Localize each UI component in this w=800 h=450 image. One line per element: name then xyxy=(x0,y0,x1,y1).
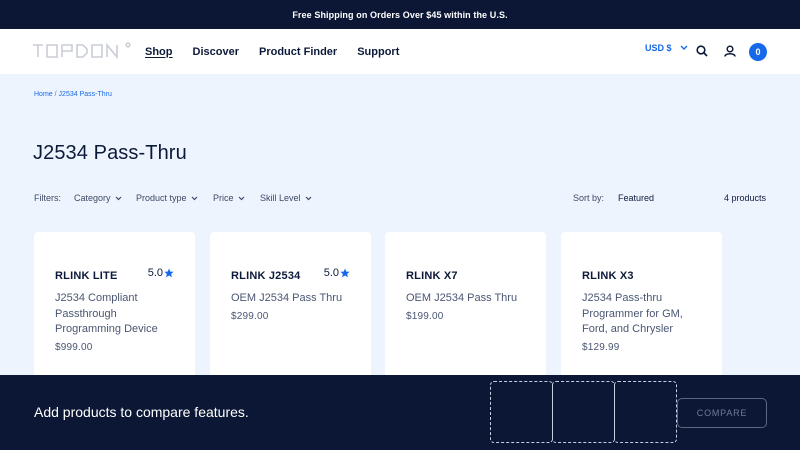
currency-selector[interactable]: USD $ xyxy=(645,43,688,53)
star-icon xyxy=(340,268,350,278)
announcement-bar: Free Shipping on Orders Over $45 within … xyxy=(0,0,800,29)
product-description: OEM J2534 Pass Thru xyxy=(231,292,343,304)
product-rating: 5.0 xyxy=(148,267,174,279)
sort-label: Sort by: xyxy=(573,193,605,203)
product-name[interactable]: RLINK J2534 xyxy=(231,270,300,282)
product-price: $999.00 xyxy=(55,342,93,353)
nav-shop[interactable]: Shop xyxy=(145,46,173,58)
announcement-text: Free Shipping on Orders Over $45 within … xyxy=(292,9,508,20)
compare-bar: Add products to compare features. COMPAR… xyxy=(0,375,800,450)
product-name[interactable]: RLINK X7 xyxy=(406,270,458,282)
breadcrumb-separator: / xyxy=(54,91,57,98)
product-count: 4 products xyxy=(723,193,766,203)
filters-label: Filters: xyxy=(34,193,61,203)
product-name[interactable]: RLINK LITE xyxy=(55,270,118,282)
nav-support[interactable]: Support xyxy=(357,46,399,58)
chevron-down-icon xyxy=(191,196,197,200)
logo[interactable] xyxy=(32,42,132,60)
product-price: $129.99 xyxy=(582,342,620,353)
breadcrumb-current: J2534 Pass-Thru xyxy=(58,91,112,98)
product-card[interactable]: RLINK X3 J2534 Pass-thru Programmer for … xyxy=(561,232,722,382)
search-icon[interactable] xyxy=(696,45,708,57)
product-name[interactable]: RLINK X3 xyxy=(582,270,634,282)
nav-product-finder[interactable]: Product Finder xyxy=(259,46,337,58)
chevron-down-icon xyxy=(238,196,244,200)
product-card[interactable]: RLINK LITE 5.0 J2534 Compliant Passthrou… xyxy=(34,232,195,382)
breadcrumb-home[interactable]: Home xyxy=(34,91,53,98)
star-icon xyxy=(164,268,174,278)
compare-slot[interactable] xyxy=(552,381,615,443)
breadcrumb: Home / J2534 Pass-Thru xyxy=(34,91,112,98)
main-nav: Shop Discover Product Finder Support xyxy=(145,29,419,74)
compare-text: Add products to compare features. xyxy=(34,404,249,420)
filter-price[interactable]: Price xyxy=(213,193,245,203)
site-header: Shop Discover Product Finder Support USD… xyxy=(0,29,800,74)
product-description: J2534 Compliant Passthrough Programming … xyxy=(55,292,158,335)
sort-select[interactable]: Featured xyxy=(618,193,654,203)
product-price: $299.00 xyxy=(231,311,269,322)
filter-bar: Filters: Category Product type Price Ski… xyxy=(34,193,766,207)
compare-slot[interactable] xyxy=(614,381,677,443)
user-icon[interactable] xyxy=(724,45,736,57)
filter-category[interactable]: Category xyxy=(74,193,122,203)
chevron-down-icon xyxy=(680,45,688,50)
product-description: OEM J2534 Pass Thru xyxy=(406,292,518,304)
cart-count: 0 xyxy=(755,47,761,57)
product-card[interactable]: RLINK X7 OEM J2534 Pass Thru $199.00 xyxy=(385,232,546,382)
product-rating: 5.0 xyxy=(324,267,350,279)
product-price: $199.00 xyxy=(406,311,444,322)
filter-product-type[interactable]: Product type xyxy=(136,193,198,203)
currency-label: USD $ xyxy=(645,43,672,53)
product-description: J2534 Pass-thru Programmer for GM, Ford,… xyxy=(582,292,683,335)
chevron-down-icon xyxy=(115,196,121,200)
page-title: J2534 Pass-Thru xyxy=(33,142,187,164)
nav-discover[interactable]: Discover xyxy=(193,46,239,58)
compare-slot[interactable] xyxy=(490,381,553,443)
cart-button[interactable]: 0 xyxy=(749,43,767,61)
compare-button[interactable]: COMPARE xyxy=(677,398,767,428)
filter-skill-level[interactable]: Skill Level xyxy=(260,193,312,203)
product-card[interactable]: RLINK J2534 5.0 OEM J2534 Pass Thru $299… xyxy=(210,232,371,382)
chevron-down-icon xyxy=(305,196,311,200)
